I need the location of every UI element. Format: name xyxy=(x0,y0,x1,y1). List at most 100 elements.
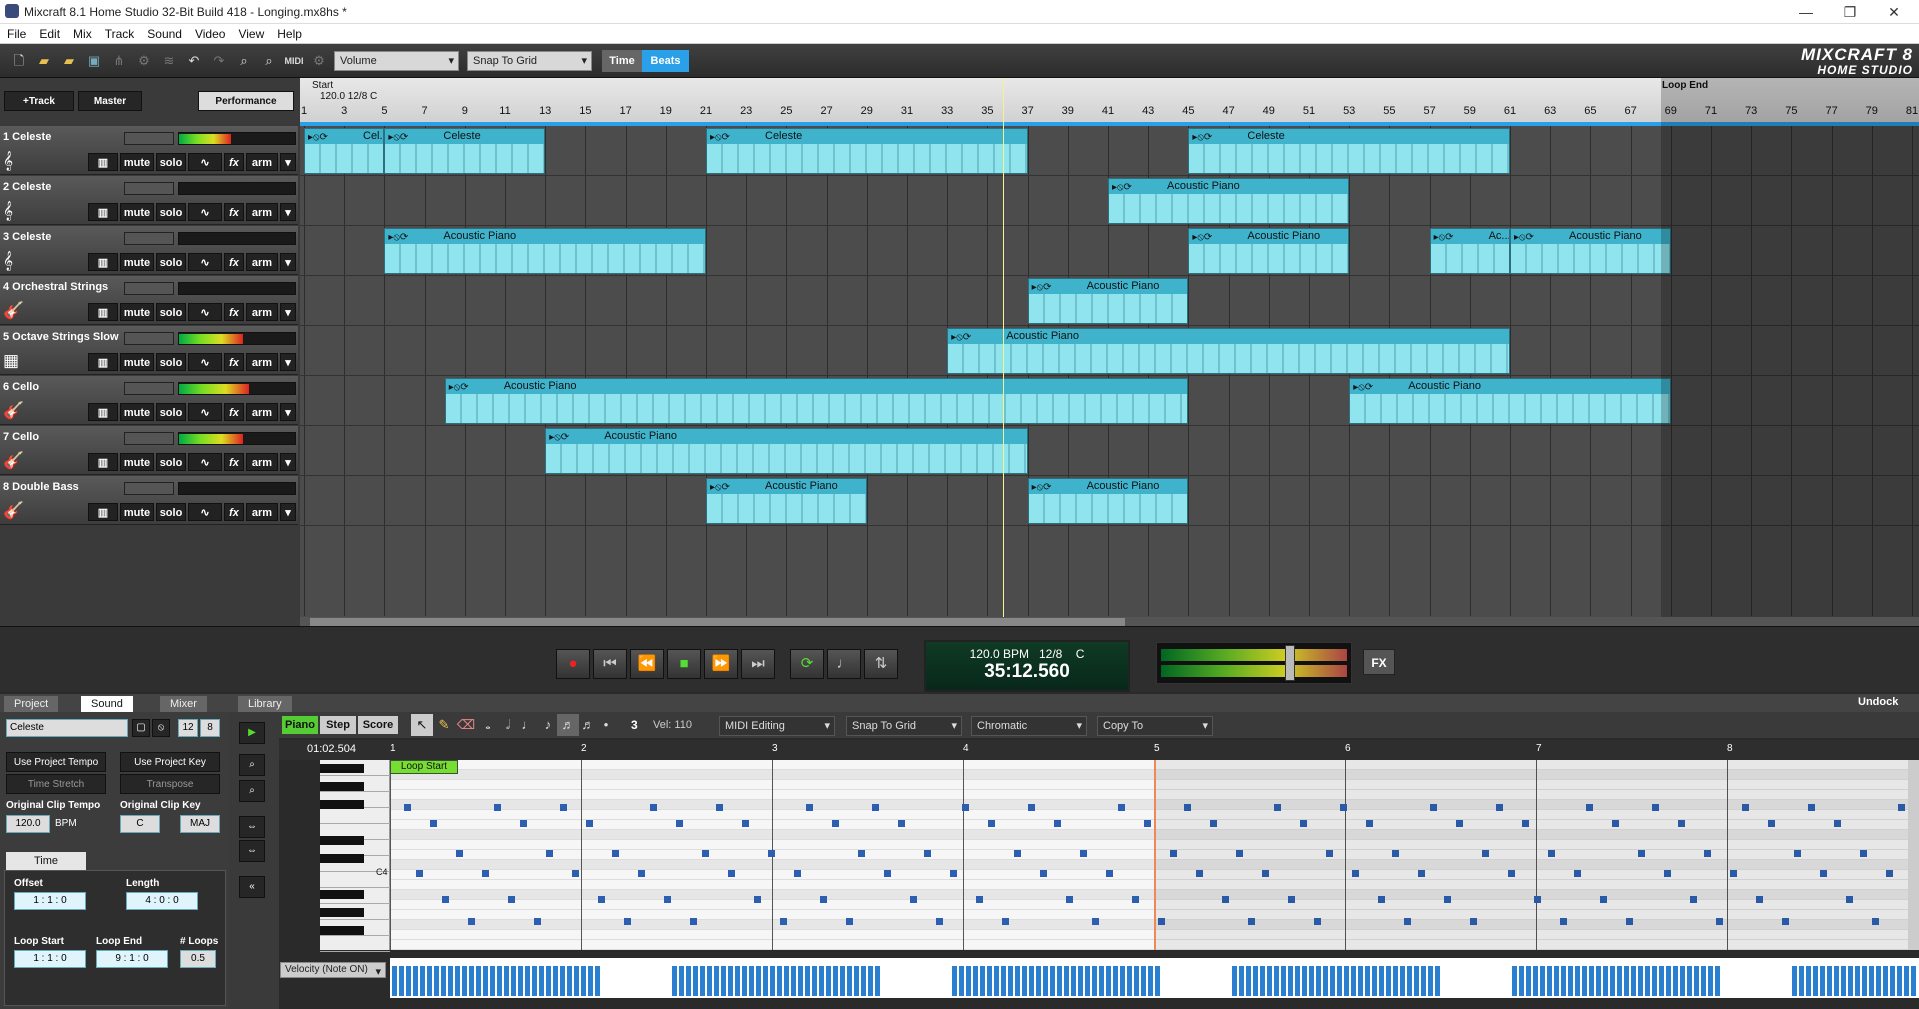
undo-icon[interactable]: ↶ xyxy=(183,50,205,72)
velocity-bar[interactable] xyxy=(588,966,593,996)
velocity-bar[interactable] xyxy=(511,966,516,996)
velocity-bar[interactable] xyxy=(812,966,817,996)
zoom-in-icon[interactable]: ⌕ xyxy=(239,754,265,776)
velocity-bar[interactable] xyxy=(1148,966,1153,996)
velocity-bar[interactable] xyxy=(1078,966,1083,996)
midi-note[interactable] xyxy=(442,896,449,903)
clip-controls-icon[interactable]: ▸⦸⟳ xyxy=(1192,230,1212,245)
velocity-bar[interactable] xyxy=(483,966,488,996)
velocity-bar[interactable] xyxy=(1806,966,1811,996)
velocity-bar[interactable] xyxy=(791,966,796,996)
velocity-bar[interactable] xyxy=(469,966,474,996)
velocity-bar[interactable] xyxy=(651,966,656,996)
clip-header[interactable]: ▸⦸⟳ Acoustic Piano xyxy=(1028,479,1188,494)
clip-controls-icon[interactable]: ▸⦸⟳ xyxy=(1112,180,1132,195)
midi-note[interactable] xyxy=(1092,918,1099,925)
velocity-bar[interactable] xyxy=(1890,966,1895,996)
performance-button[interactable]: Performance xyxy=(198,91,294,111)
clip-header[interactable]: ▸⦸⟳ Acoustic Piano xyxy=(1511,229,1670,244)
lock-icon[interactable]: ▢ xyxy=(132,719,150,737)
velocity-bar[interactable] xyxy=(1344,966,1349,996)
velocity-bar[interactable] xyxy=(1246,966,1251,996)
midi-clip[interactable]: ▸⦸⟳ Celeste xyxy=(1188,128,1510,174)
velocity-bar[interactable] xyxy=(504,966,509,996)
velocity-bar[interactable] xyxy=(952,966,957,996)
velocity-bar[interactable] xyxy=(679,966,684,996)
record-button[interactable]: ● xyxy=(556,649,590,679)
velocity-bar[interactable] xyxy=(826,966,831,996)
arrange-timeline[interactable]: Start 120.0 12/8 C Loop End 1 3 5 7 9 11 13 15 1… xyxy=(300,78,1919,626)
velocity-bar[interactable] xyxy=(427,966,432,996)
velocity-bar[interactable] xyxy=(847,966,852,996)
midi-note[interactable] xyxy=(924,850,931,857)
midi-note[interactable] xyxy=(482,870,489,877)
midi-note[interactable] xyxy=(430,820,437,827)
open-recent-icon[interactable]: ▰ xyxy=(58,50,80,72)
track-header[interactable]: 5 Octave Strings Slow ▦ ▥ mute solo ∿ fx… xyxy=(0,326,298,375)
velocity-bar[interactable] xyxy=(854,966,859,996)
guitar-icon[interactable]: 🎸 xyxy=(3,401,29,421)
velocity-bar[interactable] xyxy=(616,966,621,996)
pointer-tool-icon[interactable]: ↖ xyxy=(411,714,433,736)
clip-header[interactable]: ▸⦸⟳ Acoustic Piano xyxy=(1028,279,1188,294)
midi-note[interactable] xyxy=(820,896,827,903)
mute-button[interactable]: mute xyxy=(120,353,154,371)
velocity-bar[interactable] xyxy=(1092,966,1097,996)
velocity-bar[interactable] xyxy=(448,966,453,996)
velocity-bar[interactable] xyxy=(770,966,775,996)
velocity-bar[interactable] xyxy=(1491,966,1496,996)
copy-to-select[interactable]: Copy To xyxy=(1097,716,1213,736)
velocity-bar[interactable] xyxy=(1190,966,1195,996)
velocity-bar[interactable] xyxy=(623,966,628,996)
velocity-bar[interactable] xyxy=(910,966,915,996)
velocity-bar[interactable] xyxy=(917,966,922,996)
velocity-bar[interactable] xyxy=(1134,966,1139,996)
velocity-bar[interactable] xyxy=(1554,966,1559,996)
beats-toggle[interactable]: Beats xyxy=(642,50,689,72)
solo-button[interactable]: solo xyxy=(156,453,186,471)
sixteenth-note-icon[interactable]: ♬ xyxy=(557,714,579,736)
midi-note[interactable] xyxy=(664,896,671,903)
velocity-bar[interactable] xyxy=(896,966,901,996)
velocity-bar[interactable] xyxy=(518,966,523,996)
transpose-button[interactable]: Transpose xyxy=(120,774,220,794)
clip-header[interactable]: ▸⦸⟳ Acoustic Piano xyxy=(385,229,705,244)
velocity-bar[interactable] xyxy=(1218,966,1223,996)
clip-header[interactable]: ▸⦸⟳ Acoustic Piano xyxy=(1109,179,1349,195)
track-name[interactable]: 6 Cello xyxy=(3,381,39,393)
velocity-readout[interactable]: Vel: 110 xyxy=(653,719,692,731)
velocity-bar[interactable] xyxy=(1862,966,1867,996)
mute-button[interactable]: mute xyxy=(120,153,154,171)
midi-note[interactable] xyxy=(846,918,853,925)
piano-keyboard-icon[interactable]: ▥ xyxy=(88,503,118,521)
midi-clip[interactable]: ▸⦸⟳ Acoustic Piano xyxy=(706,478,867,524)
redo-icon[interactable]: ↷ xyxy=(208,50,230,72)
offset-field[interactable]: 1 : 1 : 0 xyxy=(14,892,86,910)
waveform-icon[interactable]: ≋ xyxy=(158,50,180,72)
velocity-bar[interactable] xyxy=(693,966,698,996)
track-menu-chevron-icon[interactable]: ▾ xyxy=(280,353,296,371)
midi-note[interactable] xyxy=(1106,870,1113,877)
velocity-bar[interactable] xyxy=(1477,966,1482,996)
editor-snap-select[interactable]: Snap To Grid xyxy=(846,716,962,736)
midi-icon[interactable]: MIDI xyxy=(283,50,305,72)
velocity-bar[interactable] xyxy=(728,966,733,996)
clip-header[interactable]: ▸⦸⟳ Acoustic Piano xyxy=(707,479,866,494)
arm-button[interactable]: arm xyxy=(246,203,278,221)
velocity-bar[interactable] xyxy=(1274,966,1279,996)
midi-note[interactable] xyxy=(676,820,683,827)
velocity-bar[interactable] xyxy=(546,966,551,996)
midi-clip[interactable]: ▸⦸⟳ Acoustic Piano xyxy=(1027,278,1189,324)
velocity-bar[interactable] xyxy=(406,966,411,996)
orig-key-select[interactable]: C xyxy=(120,815,160,833)
velocity-bar[interactable] xyxy=(819,966,824,996)
step-mode-button[interactable]: Step xyxy=(320,716,356,734)
velocity-bar[interactable] xyxy=(539,966,544,996)
midi-editing-select[interactable]: MIDI Editing xyxy=(719,716,835,736)
velocity-bar[interactable] xyxy=(1764,966,1769,996)
velocity-bar[interactable] xyxy=(1099,966,1104,996)
midi-note[interactable] xyxy=(794,870,801,877)
velocity-bar[interactable] xyxy=(1316,966,1321,996)
velocity-bar[interactable] xyxy=(455,966,460,996)
velocity-bar[interactable] xyxy=(1610,966,1615,996)
